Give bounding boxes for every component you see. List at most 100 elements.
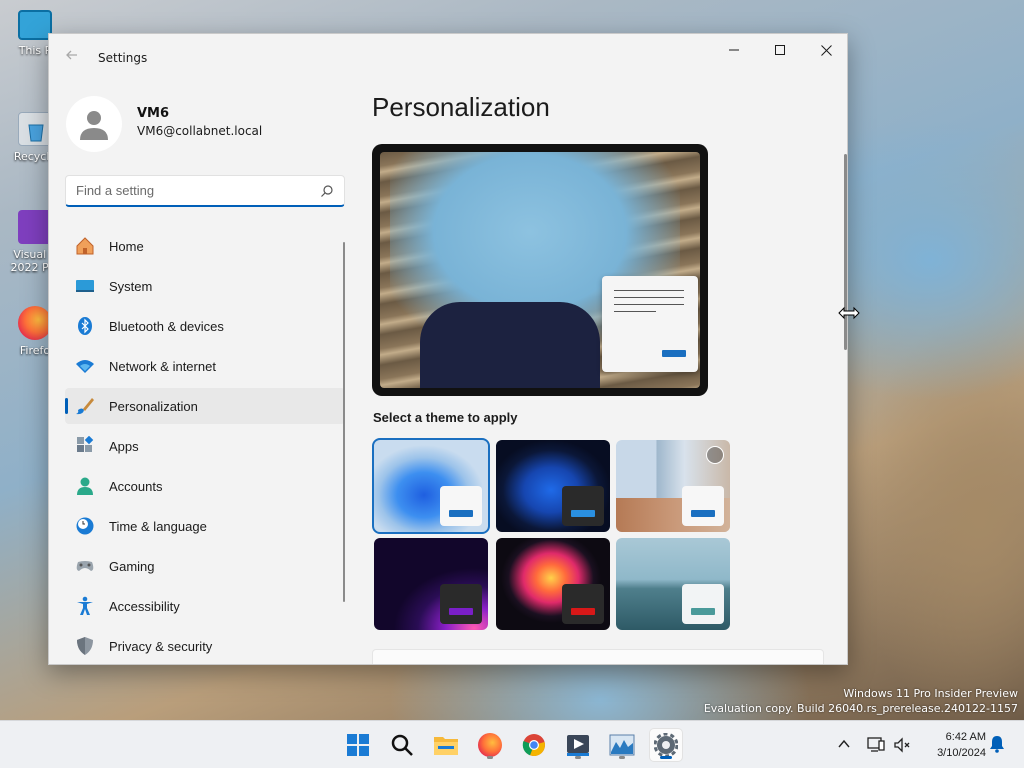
main-scrollbar[interactable] [844, 154, 847, 350]
os-watermark: Windows 11 Pro Insider Preview Evaluatio… [704, 686, 1018, 716]
minimize-icon [729, 49, 739, 51]
bluetooth-icon [75, 316, 95, 336]
sidebar-item-accounts[interactable]: Accounts [65, 468, 345, 504]
sidebar-item-label: Home [109, 238, 144, 254]
search-icon [321, 185, 333, 197]
taskbar-start-button[interactable] [342, 729, 374, 761]
theme-section-label: Select a theme to apply [373, 410, 518, 425]
sidebar-item-label: System [109, 278, 153, 294]
theme-mini-accent [571, 608, 595, 615]
visual-studio-icon [18, 210, 52, 244]
theme-tile-flow[interactable] [616, 538, 730, 630]
sidebar-item-accessibility[interactable]: Accessibility [65, 588, 345, 624]
theme-mini-accent [571, 510, 595, 517]
sidebar-item-apps[interactable]: Apps [65, 428, 345, 464]
search-box[interactable] [65, 175, 345, 207]
sidebar-item-gaming[interactable]: Gaming [65, 548, 345, 584]
chevron-up-icon[interactable] [836, 736, 852, 752]
system-display-icon [75, 276, 95, 296]
search-icon [391, 734, 413, 756]
firefox-icon [18, 306, 52, 340]
volume-muted-icon[interactable] [892, 735, 912, 755]
monitor-icon [18, 10, 52, 40]
avatar[interactable] [66, 96, 122, 152]
preview-line [614, 304, 684, 305]
sidebar-item-network[interactable]: Network & internet [65, 348, 345, 384]
minimize-button[interactable] [711, 34, 757, 66]
clock-time: 6:42 AM [945, 731, 986, 743]
sidebar-item-bluetooth[interactable]: Bluetooth & devices [65, 308, 345, 344]
taskbar: 6:42 AM 3/10/2024 [0, 720, 1024, 768]
theme-tile-windows-light[interactable] [372, 438, 490, 534]
desktop-icon-label: Firefo [19, 344, 51, 357]
brush-icon [75, 396, 95, 416]
network-status-icon[interactable] [866, 735, 886, 755]
sidebar-item-system[interactable]: System [65, 268, 345, 304]
search-input[interactable] [76, 183, 306, 198]
shield-icon [75, 636, 95, 656]
gamepad-icon [75, 556, 95, 576]
theme-mini-window [440, 584, 482, 624]
active-window-indicator [660, 756, 672, 759]
taskbar-firefox[interactable] [474, 729, 506, 761]
title-bar[interactable]: Settings [49, 34, 847, 82]
home-icon [75, 236, 95, 256]
window-title: Settings [98, 51, 148, 65]
sidebar-item-label: Bluetooth & devices [109, 318, 224, 334]
watermark-line-2: Evaluation copy. Build 26040.rs_prerelea… [703, 702, 1018, 715]
file-explorer-icon [434, 737, 458, 755]
taskbar-settings[interactable] [650, 729, 682, 761]
taskbar-media-player[interactable] [562, 729, 594, 761]
wifi-icon [75, 356, 95, 376]
running-indicator [487, 756, 493, 759]
user-avatar-icon [80, 111, 108, 140]
sidebar-item-home[interactable]: Home [65, 228, 345, 264]
preview-accent-button [662, 350, 686, 357]
sidebar-scrollbar[interactable] [343, 242, 345, 602]
firefox-icon [478, 733, 502, 757]
user-name: VM6 [137, 106, 170, 121]
clock-globe-icon [75, 516, 95, 536]
sidebar-item-label: Accessibility [109, 598, 180, 614]
sidebar-item-label: Time & language [109, 518, 207, 534]
taskbar-clock[interactable]: 6:42 AM 3/10/2024 [922, 729, 986, 761]
sidebar-item-label: Personalization [109, 398, 198, 414]
sidebar-item-privacy-security[interactable]: Privacy & security [65, 628, 345, 664]
accessibility-icon [75, 596, 95, 616]
watermark-line-1: Windows 11 Pro Insider Preview [843, 687, 1018, 700]
taskbar-search-button[interactable] [386, 729, 418, 761]
next-settings-card[interactable] [372, 649, 824, 664]
taskbar-chrome[interactable] [518, 729, 550, 761]
theme-tile-glow[interactable] [374, 538, 488, 630]
network-app-icon [609, 734, 635, 756]
spotlight-camera-icon[interactable] [706, 446, 724, 464]
theme-mini-accent [449, 608, 473, 615]
theme-mini-window [440, 486, 482, 526]
preview-sample-window [602, 276, 698, 372]
preview-wallpaper [380, 152, 700, 388]
back-arrow-icon[interactable] [65, 48, 83, 66]
resize-cursor-icon [838, 306, 860, 320]
notification-bell-icon[interactable] [988, 735, 1006, 753]
preview-line [614, 297, 684, 298]
sidebar-item-personalization[interactable]: Personalization [65, 388, 345, 424]
page-title: Personalization [372, 92, 550, 122]
sidebar-item-label: Privacy & security [109, 638, 213, 654]
theme-mini-accent [691, 510, 715, 517]
settings-window: Settings VM6 VM6@collabnet.local Find a … [48, 33, 848, 665]
close-button[interactable] [803, 34, 847, 66]
taskbar-file-explorer[interactable] [430, 729, 462, 761]
sidebar-item-label: Network & internet [109, 358, 216, 374]
maximize-button[interactable] [757, 34, 803, 66]
sidebar-item-time-language[interactable]: Time & language [65, 508, 345, 544]
settings-icon [654, 733, 678, 757]
chrome-icon [522, 734, 545, 757]
sidebar-item-label: Accounts [109, 478, 163, 494]
theme-tile-spotlight[interactable] [616, 440, 730, 532]
theme-tile-windows-dark[interactable] [496, 440, 610, 532]
taskbar-network-app[interactable] [606, 729, 638, 761]
theme-tile-captured-motion[interactable] [496, 538, 610, 630]
theme-mini-accent [449, 510, 473, 517]
theme-mini-window [562, 584, 604, 624]
sidebar-item-label: Gaming [109, 558, 155, 574]
